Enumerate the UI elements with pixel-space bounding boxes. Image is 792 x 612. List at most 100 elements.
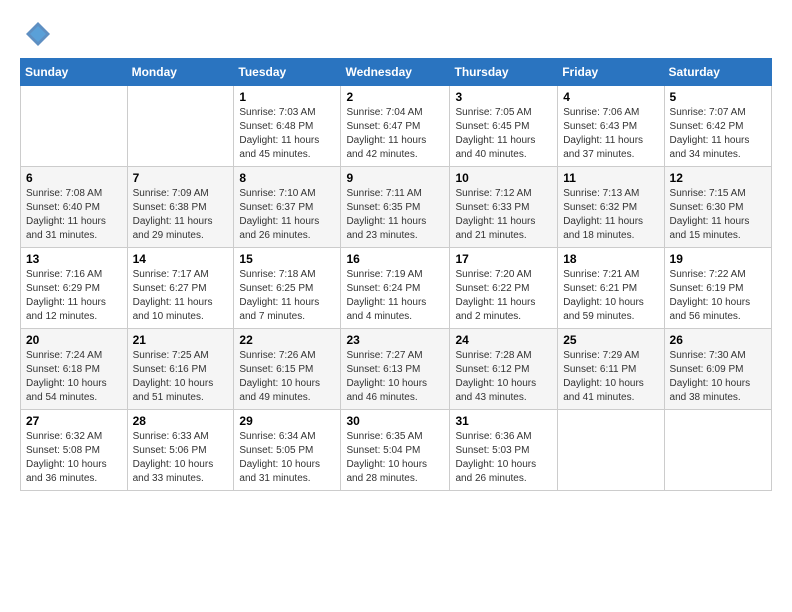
- day-info: Sunrise: 7:19 AM Sunset: 6:24 PM Dayligh…: [346, 268, 444, 324]
- calendar-cell: 28Sunrise: 6:33 AM Sunset: 5:06 PM Dayli…: [127, 410, 234, 491]
- day-of-week-header: Sunday: [21, 59, 128, 86]
- calendar-cell: 15 Sunrise: 7:18 AM Sunset: 6:25 PM Dayli…: [234, 248, 341, 329]
- day-info: Sunrise: 7:26 AM Sunset: 6:15 PM Dayligh…: [239, 349, 335, 405]
- day-number: 26: [670, 333, 766, 347]
- day-info: Sunrise: 7:11 AM Sunset: 6:35 PM Dayligh…: [346, 187, 444, 243]
- calendar-table: SundayMondayTuesdayWednesdayThursdayFrid…: [20, 58, 772, 491]
- calendar-cell: 21Sunrise: 7:25 AM Sunset: 6:16 PM Dayli…: [127, 329, 234, 410]
- calendar-cell: 23Sunrise: 7:27 AM Sunset: 6:13 PM Dayli…: [341, 329, 450, 410]
- calendar-cell: 17 Sunrise: 7:20 AM Sunset: 6:22 PM Dayli…: [450, 248, 558, 329]
- calendar-cell: 9 Sunrise: 7:11 AM Sunset: 6:35 PM Daylig…: [341, 167, 450, 248]
- day-info: Sunrise: 7:30 AM Sunset: 6:09 PM Dayligh…: [670, 349, 766, 405]
- day-number: 6: [26, 171, 122, 185]
- day-number: 11: [563, 171, 658, 185]
- day-number: 20: [26, 333, 122, 347]
- day-info: Sunrise: 7:13 AM Sunset: 6:32 PM Dayligh…: [563, 187, 658, 243]
- day-number: 12: [670, 171, 766, 185]
- day-info: Sunrise: 7:28 AM Sunset: 6:12 PM Dayligh…: [455, 349, 552, 405]
- calendar-cell: [664, 410, 771, 491]
- calendar-cell: 1 Sunrise: 7:03 AM Sunset: 6:48 PM Daylig…: [234, 86, 341, 167]
- calendar-cell: 6Sunrise: 7:08 AM Sunset: 6:40 PM Daylig…: [21, 167, 128, 248]
- day-info: Sunrise: 7:05 AM Sunset: 6:45 PM Dayligh…: [455, 106, 552, 162]
- day-of-week-header: Wednesday: [341, 59, 450, 86]
- day-number: 9: [346, 171, 444, 185]
- day-number: 19: [670, 252, 766, 266]
- day-info: Sunrise: 7:21 AM Sunset: 6:21 PM Dayligh…: [563, 268, 658, 324]
- page-header: [20, 20, 772, 48]
- calendar-cell: 22 Sunrise: 7:26 AM Sunset: 6:15 PM Dayli…: [234, 329, 341, 410]
- day-info: Sunrise: 6:35 AM Sunset: 5:04 PM Dayligh…: [346, 430, 444, 486]
- day-info: Sunrise: 7:17 AM Sunset: 6:27 PM Dayligh…: [133, 268, 229, 324]
- calendar-cell: 25 Sunrise: 7:29 AM Sunset: 6:11 PM Dayli…: [558, 329, 664, 410]
- day-of-week-header: Friday: [558, 59, 664, 86]
- day-info: Sunrise: 6:36 AM Sunset: 5:03 PM Dayligh…: [455, 430, 552, 486]
- day-of-week-header: Monday: [127, 59, 234, 86]
- day-info: Sunrise: 7:09 AM Sunset: 6:38 PM Dayligh…: [133, 187, 229, 243]
- day-info: Sunrise: 7:18 AM Sunset: 6:25 PM Dayligh…: [239, 268, 335, 324]
- calendar-cell: 30 Sunrise: 6:35 AM Sunset: 5:04 PM Dayli…: [341, 410, 450, 491]
- day-number: 5: [670, 90, 766, 104]
- day-number: 2: [346, 90, 444, 104]
- calendar-header-row: SundayMondayTuesdayWednesdayThursdayFrid…: [21, 59, 772, 86]
- day-number: 22: [239, 333, 335, 347]
- day-info: Sunrise: 7:03 AM Sunset: 6:48 PM Dayligh…: [239, 106, 335, 162]
- day-info: Sunrise: 7:15 AM Sunset: 6:30 PM Dayligh…: [670, 187, 766, 243]
- calendar-cell: 5 Sunrise: 7:07 AM Sunset: 6:42 PM Daylig…: [664, 86, 771, 167]
- day-number: 30: [346, 414, 444, 428]
- calendar-cell: 12 Sunrise: 7:15 AM Sunset: 6:30 PM Dayli…: [664, 167, 771, 248]
- calendar-cell: 13 Sunrise: 7:16 AM Sunset: 6:29 PM Dayli…: [21, 248, 128, 329]
- day-number: 7: [133, 171, 229, 185]
- day-info: Sunrise: 7:04 AM Sunset: 6:47 PM Dayligh…: [346, 106, 444, 162]
- day-number: 24: [455, 333, 552, 347]
- calendar-cell: 4Sunrise: 7:06 AM Sunset: 6:43 PM Daylig…: [558, 86, 664, 167]
- day-number: 29: [239, 414, 335, 428]
- day-info: Sunrise: 7:29 AM Sunset: 6:11 PM Dayligh…: [563, 349, 658, 405]
- day-number: 18: [563, 252, 658, 266]
- calendar-week-row: 13 Sunrise: 7:16 AM Sunset: 6:29 PM Dayli…: [21, 248, 772, 329]
- calendar-cell: 7 Sunrise: 7:09 AM Sunset: 6:38 PM Daylig…: [127, 167, 234, 248]
- day-number: 25: [563, 333, 658, 347]
- day-number: 16: [346, 252, 444, 266]
- calendar-cell: 3 Sunrise: 7:05 AM Sunset: 6:45 PM Daylig…: [450, 86, 558, 167]
- day-number: 21: [133, 333, 229, 347]
- calendar-cell: [127, 86, 234, 167]
- calendar-cell: 29Sunrise: 6:34 AM Sunset: 5:05 PM Dayli…: [234, 410, 341, 491]
- day-info: Sunrise: 7:06 AM Sunset: 6:43 PM Dayligh…: [563, 106, 658, 162]
- day-number: 14: [133, 252, 229, 266]
- calendar-cell: 24 Sunrise: 7:28 AM Sunset: 6:12 PM Dayli…: [450, 329, 558, 410]
- day-info: Sunrise: 7:24 AM Sunset: 6:18 PM Dayligh…: [26, 349, 122, 405]
- calendar-week-row: 1 Sunrise: 7:03 AM Sunset: 6:48 PM Daylig…: [21, 86, 772, 167]
- day-info: Sunrise: 7:20 AM Sunset: 6:22 PM Dayligh…: [455, 268, 552, 324]
- calendar-week-row: 20 Sunrise: 7:24 AM Sunset: 6:18 PM Dayli…: [21, 329, 772, 410]
- day-of-week-header: Tuesday: [234, 59, 341, 86]
- day-number: 31: [455, 414, 552, 428]
- calendar-week-row: 6Sunrise: 7:08 AM Sunset: 6:40 PM Daylig…: [21, 167, 772, 248]
- day-number: 3: [455, 90, 552, 104]
- day-number: 15: [239, 252, 335, 266]
- calendar-cell: 8 Sunrise: 7:10 AM Sunset: 6:37 PM Daylig…: [234, 167, 341, 248]
- calendar-week-row: 27Sunrise: 6:32 AM Sunset: 5:08 PM Dayli…: [21, 410, 772, 491]
- day-info: Sunrise: 7:12 AM Sunset: 6:33 PM Dayligh…: [455, 187, 552, 243]
- day-info: Sunrise: 7:10 AM Sunset: 6:37 PM Dayligh…: [239, 187, 335, 243]
- day-info: Sunrise: 7:07 AM Sunset: 6:42 PM Dayligh…: [670, 106, 766, 162]
- calendar-cell: [21, 86, 128, 167]
- day-info: Sunrise: 7:16 AM Sunset: 6:29 PM Dayligh…: [26, 268, 122, 324]
- day-of-week-header: Saturday: [664, 59, 771, 86]
- calendar-cell: [558, 410, 664, 491]
- day-of-week-header: Thursday: [450, 59, 558, 86]
- day-number: 23: [346, 333, 444, 347]
- calendar-cell: 2 Sunrise: 7:04 AM Sunset: 6:47 PM Daylig…: [341, 86, 450, 167]
- day-info: Sunrise: 7:22 AM Sunset: 6:19 PM Dayligh…: [670, 268, 766, 324]
- calendar-cell: 11 Sunrise: 7:13 AM Sunset: 6:32 PM Dayli…: [558, 167, 664, 248]
- day-number: 1: [239, 90, 335, 104]
- day-number: 28: [133, 414, 229, 428]
- day-number: 17: [455, 252, 552, 266]
- calendar-cell: 10 Sunrise: 7:12 AM Sunset: 6:33 PM Dayli…: [450, 167, 558, 248]
- day-number: 8: [239, 171, 335, 185]
- day-number: 27: [26, 414, 122, 428]
- day-number: 10: [455, 171, 552, 185]
- calendar-cell: 20 Sunrise: 7:24 AM Sunset: 6:18 PM Dayli…: [21, 329, 128, 410]
- day-number: 13: [26, 252, 122, 266]
- logo-icon: [24, 20, 52, 48]
- calendar-cell: 26 Sunrise: 7:30 AM Sunset: 6:09 PM Dayli…: [664, 329, 771, 410]
